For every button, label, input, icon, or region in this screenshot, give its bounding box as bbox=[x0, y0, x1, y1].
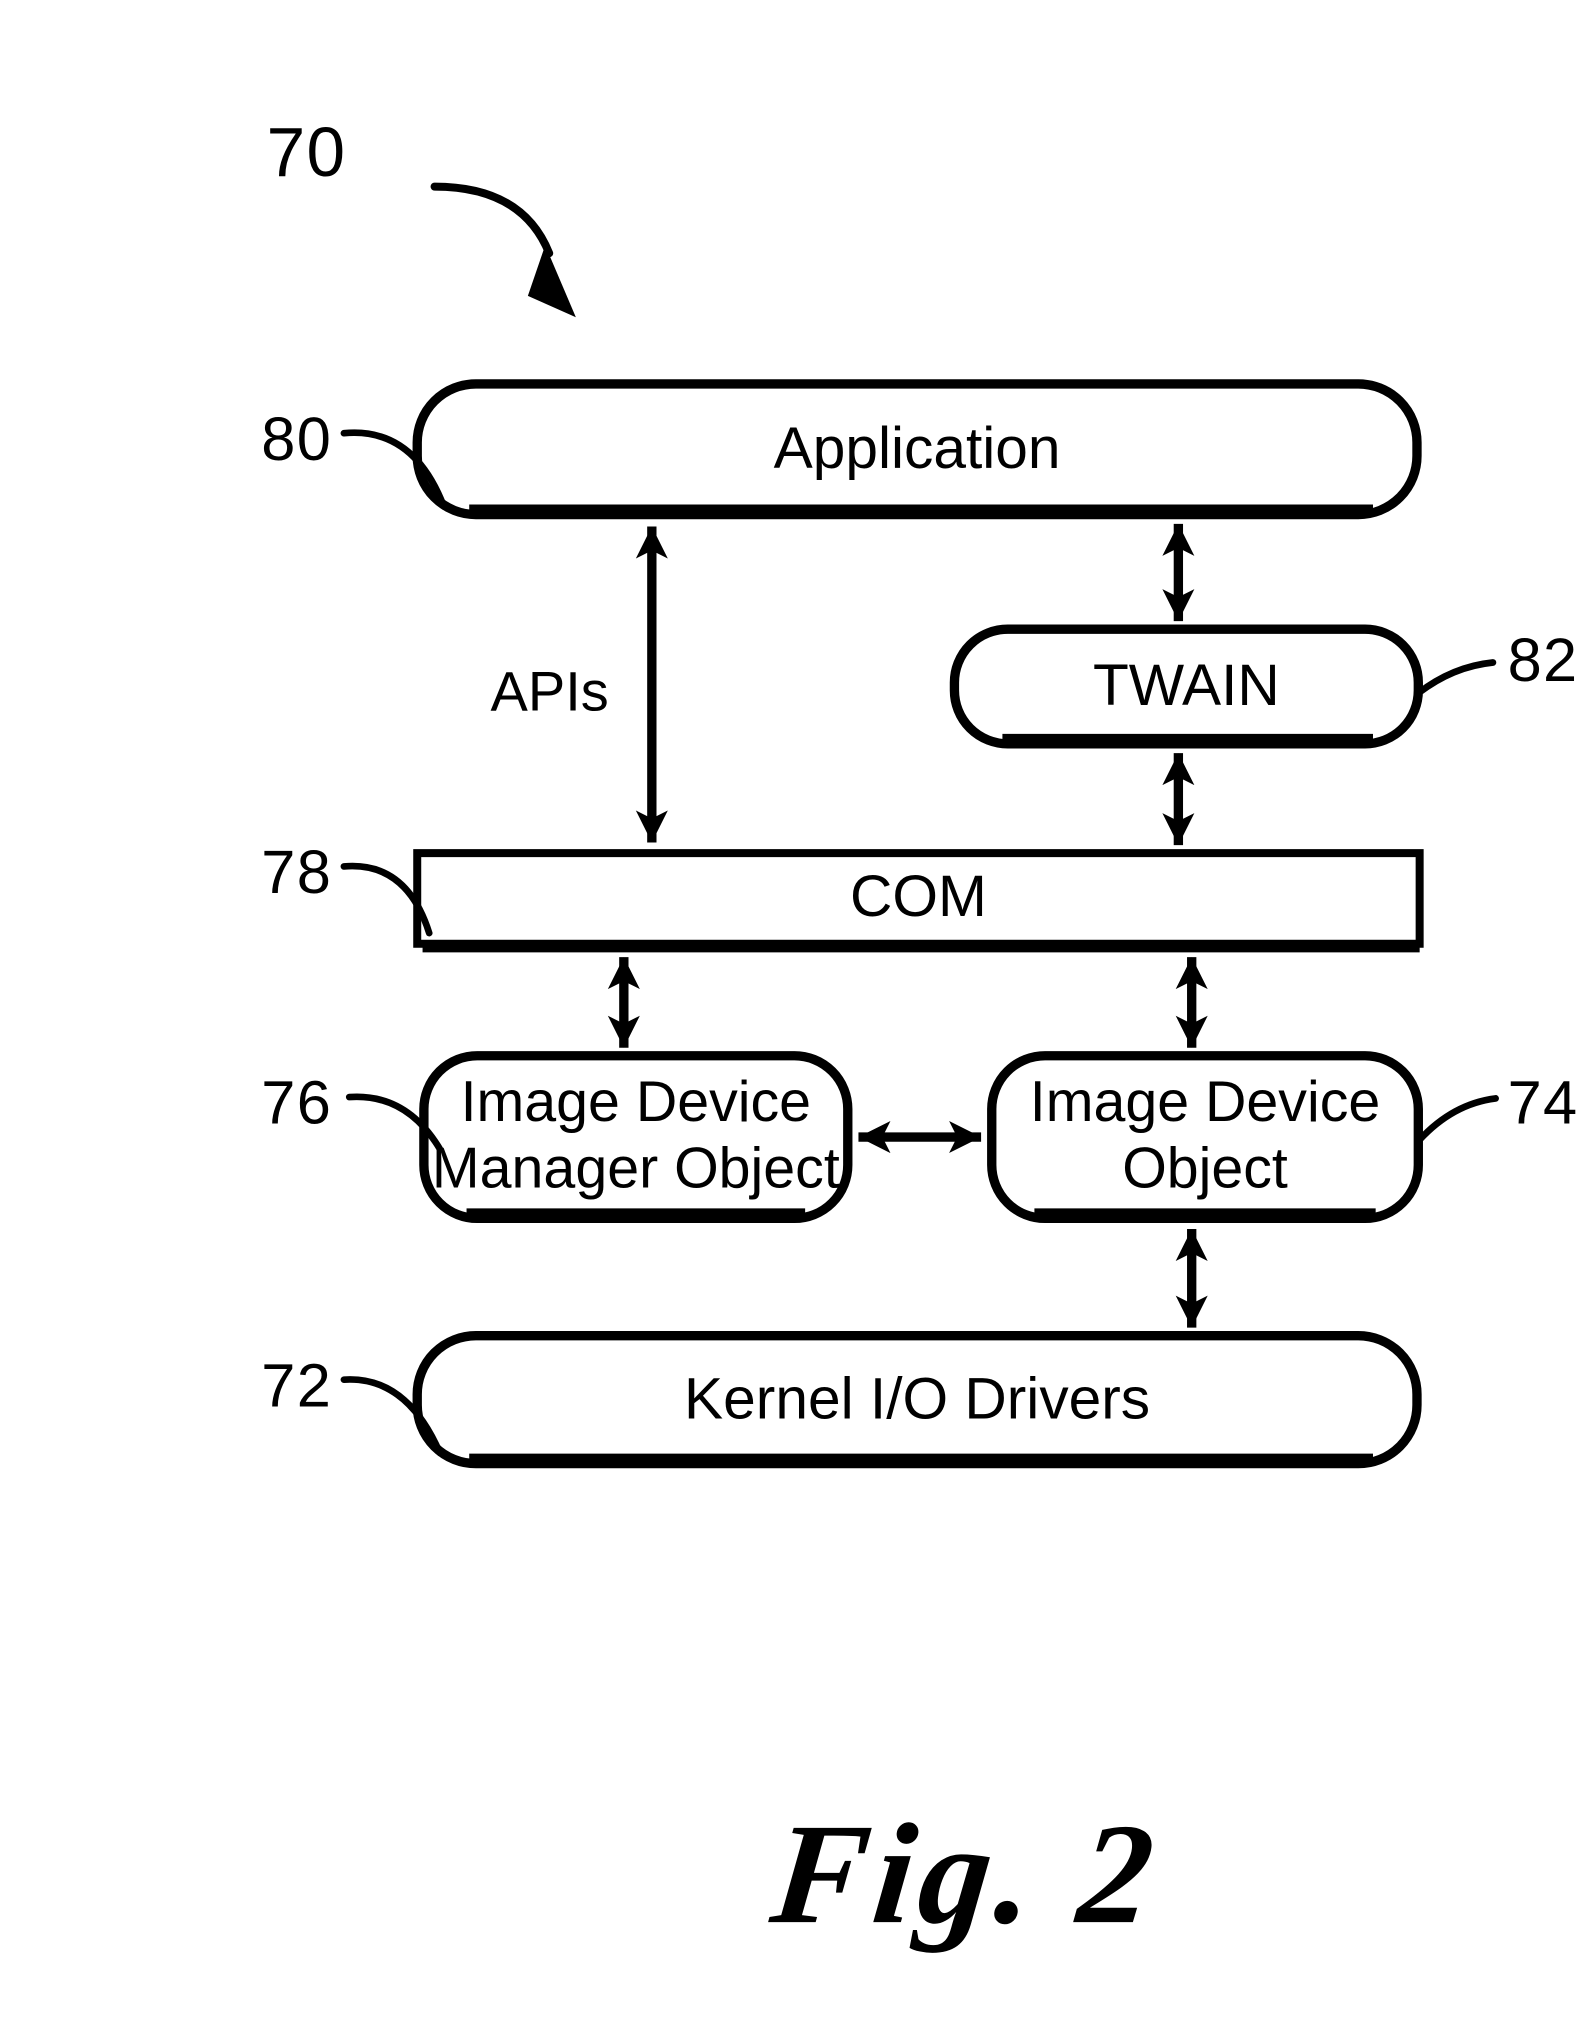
figure-caption: Fig. 2 bbox=[764, 1795, 1166, 1955]
node-application-shape[interactable] bbox=[412, 379, 1422, 520]
ref-number-82: 82 bbox=[1507, 625, 1577, 695]
node-twain-shape[interactable] bbox=[949, 624, 1423, 749]
ref-number-74: 74 bbox=[1507, 1067, 1577, 1138]
diagram-scale-wrapper: 70 80 82 78 76 74 72 Application TWAIN C… bbox=[0, 0, 1577, 2020]
patent-figure-page: 70 80 82 78 76 74 72 Application TWAIN C… bbox=[0, 0, 1577, 2020]
system-ref-number: 70 bbox=[266, 114, 347, 192]
node-com-shape[interactable] bbox=[413, 849, 1424, 953]
ref-leader-82 bbox=[1414, 659, 1497, 697]
ref-number-80: 80 bbox=[261, 403, 333, 474]
ref-number-72: 72 bbox=[261, 1350, 333, 1420]
ref-number-76: 76 bbox=[261, 1067, 333, 1138]
node-image-device-object-shape[interactable] bbox=[987, 1051, 1423, 1224]
diagram-vector-layer bbox=[340, 182, 1499, 1469]
edge-annotation-apis: APIs bbox=[490, 659, 609, 723]
ref-number-78: 78 bbox=[261, 837, 333, 907]
node-kernel-io-drivers-shape[interactable] bbox=[412, 1331, 1422, 1469]
system-ref-leader-arrow bbox=[430, 182, 576, 318]
ref-leader-74 bbox=[1416, 1095, 1499, 1144]
node-image-device-manager-object-shape[interactable] bbox=[419, 1051, 853, 1224]
